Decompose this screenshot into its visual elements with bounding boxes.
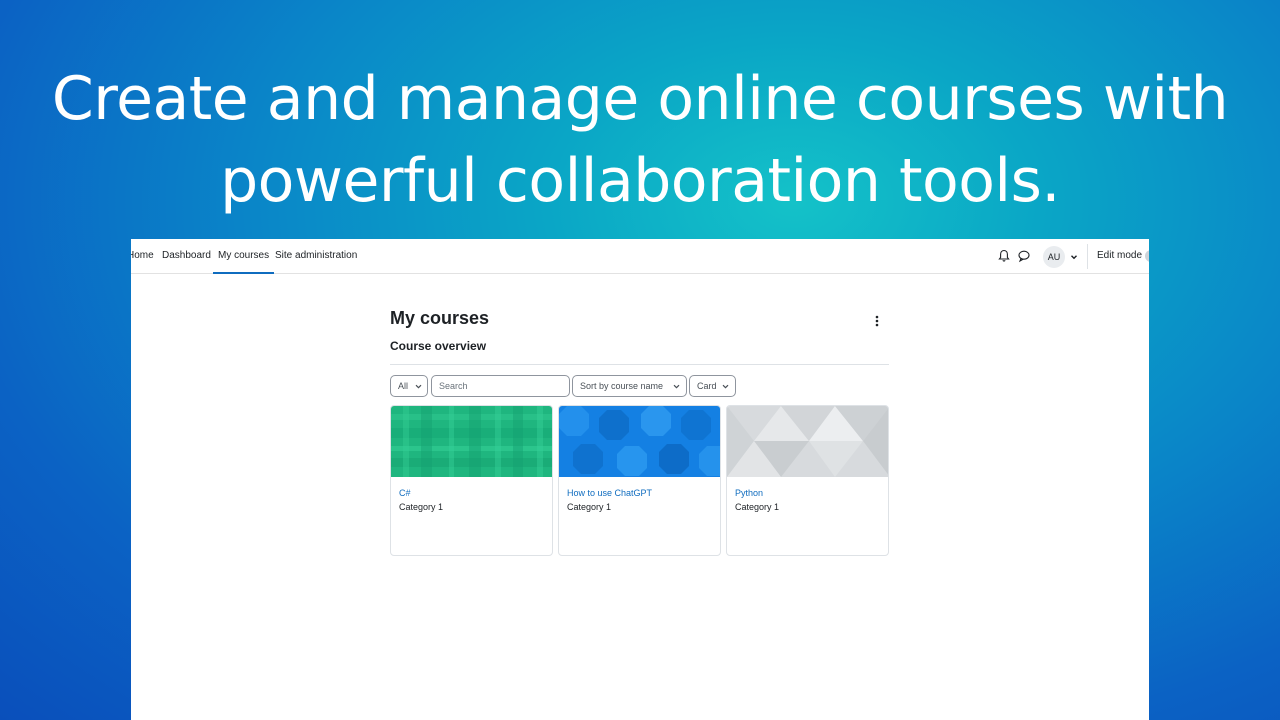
course-category: Category 1	[567, 502, 612, 512]
browser-window: Home Dashboard My courses Site administr…	[131, 239, 1149, 720]
avatar[interactable]: AU	[1043, 246, 1065, 268]
headline: Create and manage online courses with po…	[0, 58, 1280, 222]
course-category: Category 1	[735, 502, 780, 512]
course-name-link[interactable]: How to use ChatGPT	[567, 488, 652, 498]
sort-dropdown[interactable]: Sort by course name	[572, 375, 687, 397]
navbar: Home Dashboard My courses Site administr…	[131, 239, 1149, 274]
edit-mode-toggle[interactable]	[1145, 250, 1149, 262]
chat-icon[interactable]	[1017, 249, 1031, 263]
headline-line-1: Create and manage online courses with	[51, 64, 1229, 134]
grouping-value: All	[398, 381, 409, 391]
course-image-green-plaid[interactable]	[391, 406, 553, 477]
chevron-down-icon	[415, 384, 422, 389]
grouping-dropdown[interactable]: All	[390, 375, 428, 397]
course-category: Category 1	[399, 502, 444, 512]
page-title: My courses	[390, 308, 490, 328]
course-card[interactable]: How to use ChatGPT Category 1	[558, 405, 721, 556]
sort-value: Sort by course name	[580, 381, 664, 391]
nav-home[interactable]: Home	[131, 239, 154, 274]
course-card[interactable]: C# Category 1	[390, 405, 553, 556]
view-dropdown[interactable]: Card	[689, 375, 736, 397]
divider	[390, 364, 889, 365]
course-name-link[interactable]: C#	[399, 488, 411, 498]
course-image-grey-triangles[interactable]	[727, 406, 889, 477]
nav-divider	[1087, 244, 1088, 269]
more-options-icon[interactable]	[872, 314, 882, 328]
nav-dashboard[interactable]: Dashboard	[162, 239, 211, 274]
chevron-down-icon	[722, 384, 729, 389]
search-input[interactable]: Search	[431, 375, 570, 397]
course-card[interactable]: Python Category 1	[726, 405, 889, 556]
headline-line-2: powerful collaboration tools.	[220, 146, 1060, 216]
section-title: Course overview	[390, 339, 487, 353]
view-value: Card	[697, 381, 717, 391]
chevron-down-icon	[673, 384, 680, 389]
search-placeholder: Search	[439, 381, 468, 391]
bell-icon[interactable]	[997, 249, 1011, 263]
nav-my-courses[interactable]: My courses	[213, 239, 275, 274]
edit-mode-label: Edit mode	[1097, 250, 1143, 261]
course-image-blue-octagons[interactable]	[559, 406, 721, 477]
nav-site-administration[interactable]: Site administration	[275, 239, 357, 274]
chevron-down-icon[interactable]	[1069, 252, 1079, 262]
course-name-link[interactable]: Python	[735, 488, 763, 498]
